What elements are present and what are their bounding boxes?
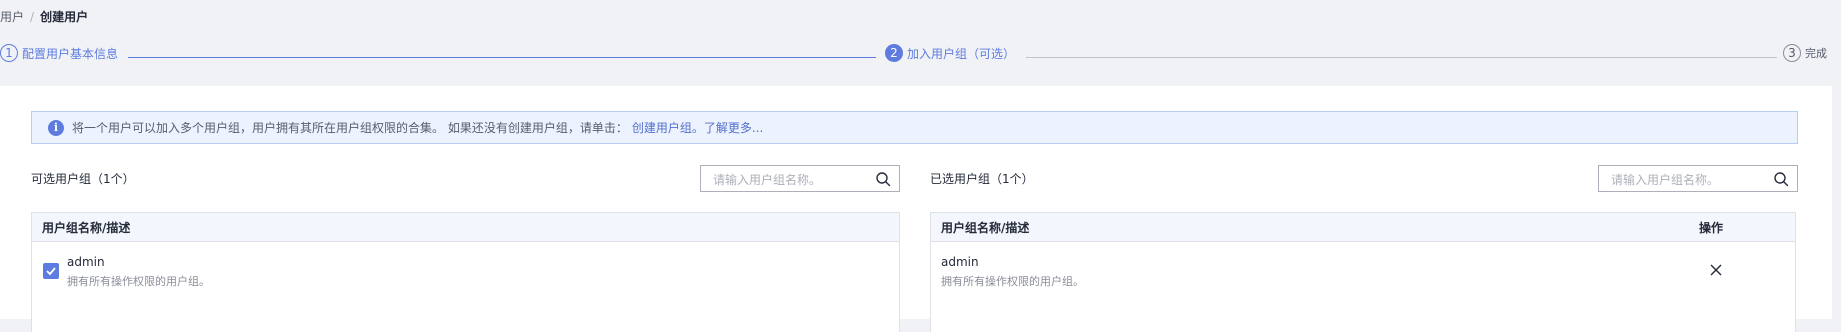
breadcrumb: 用户 / 创建用户 — [0, 8, 88, 25]
close-icon[interactable] — [1709, 263, 1723, 277]
search-icon[interactable] — [875, 171, 891, 187]
step-2-number: 2 — [885, 44, 903, 62]
step-3-label: 完成 — [1805, 47, 1827, 60]
selected-groups-table: 用户组名称/描述 操作 admin 拥有所有操作权限的用户组。 — [930, 212, 1796, 332]
learn-more-link[interactable]: 了解更多... — [704, 119, 763, 136]
available-search-input[interactable] — [711, 167, 875, 192]
table-row[interactable]: admin 拥有所有操作权限的用户组。 — [32, 242, 899, 298]
search-icon[interactable] — [1773, 171, 1789, 187]
info-text: 将一个用户可以加入多个用户组，用户拥有其所在用户组权限的合集。 如果还没有创建用… — [72, 121, 628, 135]
selected-search-box — [1598, 165, 1798, 192]
column-header-name: 用户组名称/描述 — [42, 221, 131, 235]
content-panel: i 将一个用户可以加入多个用户组，用户拥有其所在用户组权限的合集。 如果还没有创… — [0, 86, 1832, 332]
step-3-number: 3 — [1783, 44, 1801, 62]
info-banner: i 将一个用户可以加入多个用户组，用户拥有其所在用户组权限的合集。 如果还没有创… — [31, 111, 1798, 144]
step-1-label: 配置用户基本信息 — [22, 46, 119, 61]
breadcrumb-current: 创建用户 — [40, 10, 89, 24]
row-checkbox[interactable] — [43, 263, 59, 279]
step-indicator: 1 配置用户基本信息 2 加入用户组（可选） 3 完成 — [0, 44, 1841, 70]
group-description: 拥有所有操作权限的用户组。 — [67, 275, 210, 288]
group-name: admin — [941, 255, 979, 269]
step-line-pending — [1026, 57, 1777, 58]
step-line-done — [128, 57, 876, 58]
step-1: 1 配置用户基本信息 — [0, 44, 118, 62]
group-name: admin — [67, 255, 105, 269]
available-groups-table: 用户组名称/描述 admin 拥有所有操作权限的用户组。 — [31, 212, 900, 332]
checkmark-icon — [46, 267, 56, 276]
available-groups-title: 可选用户组（1个） — [31, 172, 135, 186]
breadcrumb-parent[interactable]: 用户 — [0, 10, 24, 24]
column-header-name: 用户组名称/描述 — [941, 221, 1030, 235]
info-icon: i — [48, 119, 64, 136]
table-header: 用户组名称/描述 操作 — [931, 213, 1795, 242]
breadcrumb-separator: / — [30, 10, 35, 24]
available-search-box — [700, 165, 900, 192]
column-header-action: 操作 — [1699, 221, 1724, 235]
group-description: 拥有所有操作权限的用户组。 — [941, 275, 1084, 288]
create-group-link[interactable]: 创建用户组。 — [632, 119, 704, 136]
step-2-label: 加入用户组（可选） — [907, 46, 1016, 61]
step-3: 3 完成 — [1783, 44, 1827, 62]
selected-groups-title: 已选用户组（1个） — [930, 172, 1034, 186]
table-header: 用户组名称/描述 — [32, 213, 899, 242]
step-1-number: 1 — [0, 44, 18, 62]
selected-search-input[interactable] — [1609, 167, 1773, 192]
table-row: admin 拥有所有操作权限的用户组。 — [931, 242, 1795, 298]
step-2: 2 加入用户组（可选） — [885, 44, 1015, 62]
